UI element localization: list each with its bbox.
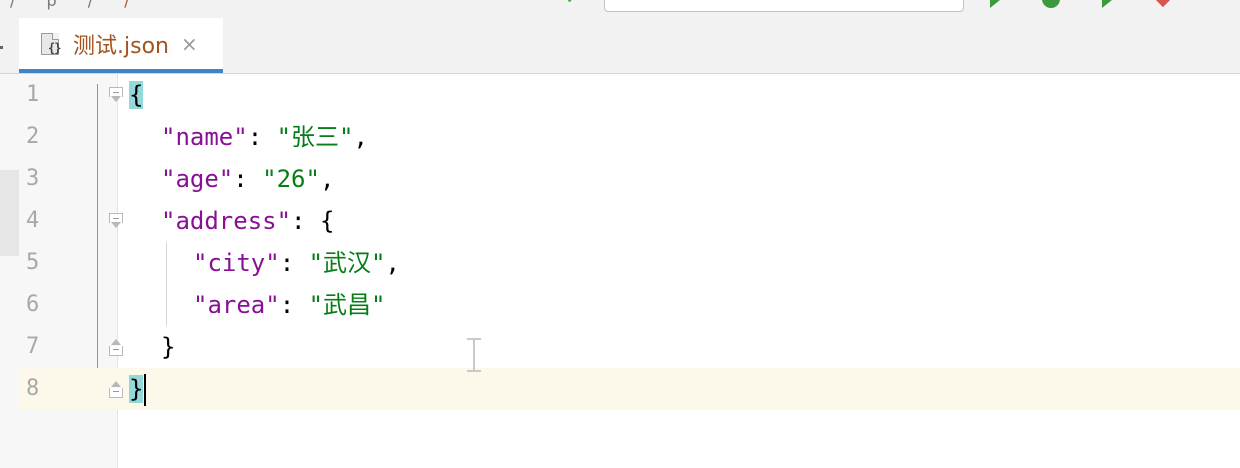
ibeam-bottom xyxy=(467,370,481,372)
comma: , xyxy=(353,123,368,151)
code-line: 2 "name": "张三", xyxy=(0,116,1240,158)
code-text: } xyxy=(161,326,175,368)
line-number: 8 xyxy=(26,376,40,401)
line-number: 6 xyxy=(26,292,40,317)
ide-window: / p / / ✔ {} 测试.json × xyxy=(0,0,1240,468)
code-text: "area": "武昌" xyxy=(193,284,386,326)
ibeam-cursor-icon xyxy=(467,338,481,372)
breadcrumb-item[interactable]: / xyxy=(124,0,129,10)
brace-close: } xyxy=(161,333,176,361)
code-text: "name": "张三", xyxy=(161,116,368,158)
line-number: 5 xyxy=(26,250,40,275)
code-text: } xyxy=(129,368,144,410)
line-number: 2 xyxy=(26,124,40,149)
fold-close-icon[interactable] xyxy=(109,381,123,398)
json-string: "武汉" xyxy=(308,249,386,277)
code-text: "age": "26", xyxy=(161,158,334,200)
brace-open: { xyxy=(129,81,144,109)
run-config-selector[interactable] xyxy=(604,0,964,12)
code-text: "address": { xyxy=(161,200,334,242)
text-caret xyxy=(144,374,146,406)
json-key: "city" xyxy=(193,249,280,277)
colon: : xyxy=(279,291,309,319)
ibeam-stem xyxy=(473,340,475,370)
colon: : xyxy=(279,249,309,277)
json-key: "age" xyxy=(161,165,234,193)
breadcrumb-item[interactable]: / xyxy=(10,0,15,10)
code-line: 3 "age": "26", xyxy=(0,158,1240,200)
colon-brace: : { xyxy=(291,207,335,235)
code-line: 1 { xyxy=(0,74,1240,116)
breadcrumb: / p / / xyxy=(10,0,156,10)
code-line: 7 } xyxy=(0,326,1240,368)
fold-open-icon[interactable] xyxy=(109,213,123,228)
code-line: 6 "area": "武昌" xyxy=(0,284,1240,326)
breadcrumb-item[interactable]: p xyxy=(46,0,56,10)
breadcrumb-item[interactable]: / xyxy=(88,0,93,10)
json-string: "张三" xyxy=(276,123,354,151)
tabbar-handle xyxy=(0,46,3,49)
code-line: 8 } xyxy=(0,368,1240,410)
file-corner xyxy=(52,32,59,40)
code-text: "city": "武汉", xyxy=(193,242,400,284)
json-string: "26" xyxy=(262,165,320,193)
json-file-icon: {} xyxy=(41,32,61,55)
json-key: "area" xyxy=(193,291,280,319)
stop-icon[interactable] xyxy=(1155,0,1171,8)
json-key: "name" xyxy=(161,123,248,151)
tab-test-json[interactable]: {} 测试.json × xyxy=(19,18,223,73)
run-icon[interactable] xyxy=(990,0,1000,8)
line-number: 4 xyxy=(26,208,40,233)
json-braces-glyph: {} xyxy=(48,40,61,55)
code-text: { xyxy=(129,74,144,116)
close-icon[interactable]: × xyxy=(181,32,198,56)
top-toolbar: / p / / ✔ xyxy=(0,0,1240,18)
tab-title: 测试.json xyxy=(73,33,169,59)
line-number: 3 xyxy=(26,166,40,191)
json-key: "address" xyxy=(161,207,292,235)
comma: , xyxy=(319,165,335,193)
debug-icon[interactable] xyxy=(1042,0,1060,8)
line-number: 1 xyxy=(26,82,40,107)
editor-tab-bar: {} 测试.json × xyxy=(0,18,1240,74)
code-editor[interactable]: 1 { 2 "name": "张三", 3 "age": "26", 4 "ad… xyxy=(0,74,1240,468)
colon: : xyxy=(247,123,277,151)
check-icon[interactable]: ✔ xyxy=(566,0,582,7)
colon: : xyxy=(233,165,263,193)
code-line: 4 "address": { xyxy=(0,200,1240,242)
fold-close-icon[interactable] xyxy=(109,339,123,356)
code-line: 5 "city": "武汉", xyxy=(0,242,1240,284)
brace-close: } xyxy=(129,375,144,403)
coverage-icon[interactable] xyxy=(1102,0,1112,8)
line-number: 7 xyxy=(26,334,40,359)
fold-open-icon[interactable] xyxy=(109,87,123,102)
json-string: "武昌" xyxy=(308,291,386,319)
comma: , xyxy=(385,249,400,277)
